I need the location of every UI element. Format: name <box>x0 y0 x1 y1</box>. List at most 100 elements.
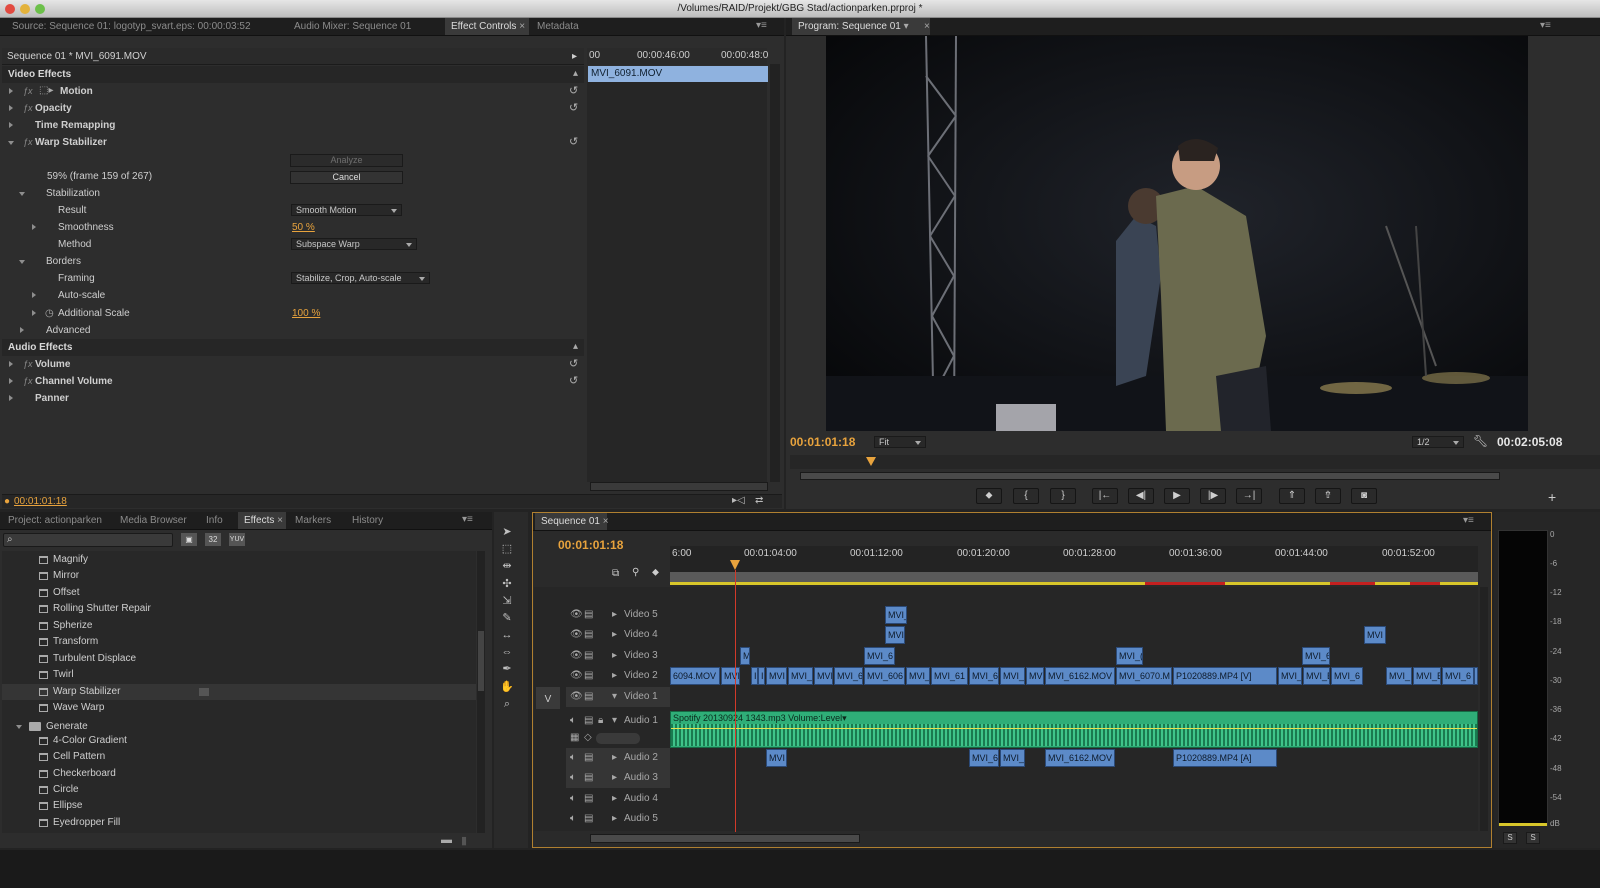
filmstrip-icon[interactable]: ▤ <box>584 666 593 686</box>
filmstrip-icon[interactable]: ▤ <box>584 789 593 809</box>
filmstrip-icon[interactable]: ▤ <box>584 646 593 666</box>
tab-media-browser[interactable]: Media Browser <box>114 512 193 529</box>
fx-toggle-icon[interactable]: ƒx <box>23 100 33 117</box>
reset-icon[interactable]: ↺ <box>569 373 578 390</box>
tab-metadata[interactable]: Metadata <box>531 18 585 35</box>
video-clip[interactable]: MVI <box>766 667 787 685</box>
expand-triangle-icon[interactable]: ▸ <box>612 748 617 768</box>
panel-menu-icon[interactable]: ▾≡ <box>462 514 473 525</box>
expand-triangle-icon[interactable]: ▸ <box>612 666 617 686</box>
list-item[interactable]: Checkerboard <box>39 766 116 782</box>
analyze-button[interactable]: Analyze <box>290 154 403 167</box>
solo-right-button[interactable]: S <box>1526 832 1540 844</box>
list-item[interactable]: Cell Pattern <box>39 749 105 765</box>
video-clip[interactable]: MVI_6 <box>834 667 863 685</box>
panel-menu-icon[interactable]: ▾≡ <box>756 20 767 31</box>
fx-toggle-icon[interactable]: ƒx <box>23 134 33 151</box>
effects-scrollbar[interactable] <box>477 551 485 833</box>
effect-row-warp-stabilizer[interactable]: ƒx Warp Stabilizer ↺ <box>3 134 583 151</box>
tab-project[interactable]: Project: actionparken <box>2 512 108 529</box>
timeline-scrollbar[interactable] <box>1480 587 1488 831</box>
video-clip[interactable]: MVI_61 <box>931 667 968 685</box>
zoom-tool-icon[interactable]: ⌕ <box>500 697 514 711</box>
expand-triangle-icon[interactable] <box>32 310 36 316</box>
program-playhead-icon[interactable] <box>866 457 876 466</box>
volume-level-menu[interactable]: Volume:Level▾ <box>788 713 847 723</box>
expand-triangle-icon[interactable]: ▸ <box>612 789 617 809</box>
keyframe-nav-control[interactable] <box>596 733 640 744</box>
effect-row-time-remapping[interactable]: Time Remapping <box>3 117 583 134</box>
video-clip[interactable]: MVI_( <box>1116 647 1143 665</box>
mark-out-button[interactable]: } <box>1050 488 1076 504</box>
snap-icon[interactable]: ⧉ <box>612 568 619 579</box>
filmstrip-icon[interactable]: ▤ <box>584 687 593 707</box>
program-time-ruler[interactable] <box>790 455 1600 469</box>
rolling-edit-tool-icon[interactable]: ✣ <box>500 577 514 591</box>
effect-row-panner[interactable]: Panner <box>3 390 583 407</box>
new-bin-icon[interactable]: ▬ <box>441 834 452 846</box>
tab-history[interactable]: History <box>346 512 389 529</box>
tab-program[interactable]: Program: Sequence 01 ▾ <box>792 18 930 35</box>
lift-button[interactable]: ⇑ <box>1279 488 1305 504</box>
effect-row-opacity[interactable]: ƒx Opacity ↺ <box>3 100 583 117</box>
ec-scrollbar[interactable] <box>770 64 780 482</box>
audio-clip[interactable]: MVI_ <box>1000 749 1025 767</box>
loop-icon[interactable]: ⇄ <box>755 495 763 506</box>
group-borders[interactable]: Borders <box>3 253 583 270</box>
expand-triangle-icon[interactable]: ▸ <box>612 809 617 829</box>
eye-icon[interactable]: 👁︎ <box>570 687 583 707</box>
effect-row-motion[interactable]: ƒx ⬚▸ Motion ↺ <box>3 83 583 100</box>
audio-clip[interactable]: MVI_6 <box>969 749 999 767</box>
video-clip[interactable]: I <box>1474 667 1478 685</box>
list-item[interactable]: Transform <box>39 634 98 650</box>
video-clip[interactable]: MVI_6 <box>1331 667 1363 685</box>
tab-effect-controls[interactable]: Effect Controls × <box>445 18 529 35</box>
mark-in-button[interactable]: { <box>1013 488 1039 504</box>
linked-selection-icon[interactable]: ⚲ <box>632 567 639 578</box>
video-clip[interactable]: MVI_E <box>1413 667 1441 685</box>
eye-icon[interactable]: 👁︎ <box>570 605 583 625</box>
additional-scale-value[interactable]: 100 % <box>292 305 320 322</box>
expand-triangle-icon[interactable] <box>9 361 13 367</box>
speaker-icon[interactable]: 🔈︎ <box>570 809 576 829</box>
timeline-timecode[interactable]: 00:01:01:18 <box>558 538 623 552</box>
slide-tool-icon[interactable]: ⇔ <box>500 645 514 659</box>
list-item[interactable]: Twirl <box>39 667 74 683</box>
video-clip[interactable]: MVI <box>1364 626 1386 644</box>
dropdown-icon[interactable]: ▾ <box>904 21 909 32</box>
expand-triangle-icon[interactable]: ▸ <box>612 646 617 666</box>
video-clip[interactable]: M <box>740 647 750 665</box>
video-clip[interactable]: MVI_ <box>906 667 930 685</box>
group-stabilization[interactable]: Stabilization <box>3 185 583 202</box>
reset-icon[interactable]: ↺ <box>569 356 578 373</box>
fx-toggle-icon[interactable]: ƒx <box>23 83 33 100</box>
method-dropdown[interactable]: Subspace Warp <box>291 238 417 250</box>
lock-icon[interactable]: 🔒︎ <box>598 711 603 731</box>
video-clip[interactable]: MV <box>1026 667 1044 685</box>
ec-timecode[interactable]: 00:01:01:18 <box>14 496 67 507</box>
audio-clip[interactable]: P1020889.MP4 [A] <box>1173 749 1277 767</box>
list-item[interactable]: Spherize <box>39 618 92 634</box>
filmstrip-icon[interactable]: ▤ <box>584 605 593 625</box>
work-area-bar[interactable] <box>670 572 1478 582</box>
list-item[interactable]: Ellipse <box>39 798 82 814</box>
expand-triangle-icon[interactable] <box>9 105 13 111</box>
fx-toggle-icon[interactable]: ƒx <box>23 373 33 390</box>
tab-audio-mixer[interactable]: Audio Mixer: Sequence 01 <box>288 18 417 35</box>
accelerated-effects-icon[interactable]: ▣ <box>181 533 197 546</box>
video-clip[interactable]: MVI_6162.MOV <box>1045 667 1115 685</box>
video-clip[interactable]: I <box>751 667 758 685</box>
video-clip[interactable]: MVI_ <box>1278 667 1302 685</box>
panel-menu-icon[interactable]: ▾≡ <box>1540 20 1551 31</box>
collapse-triangle-icon[interactable]: ▾ <box>612 711 617 731</box>
add-marker-icon[interactable]: ⬥ <box>652 567 659 578</box>
scroll-thumb[interactable] <box>478 631 484 691</box>
smoothness-value[interactable]: 50 % <box>292 219 315 236</box>
filmstrip-icon[interactable]: ▤ <box>584 768 593 788</box>
eye-icon[interactable]: 👁︎ <box>570 646 583 666</box>
tab-effects[interactable]: Effects × <box>238 512 286 529</box>
slip-tool-icon[interactable]: ↔ <box>500 628 514 642</box>
expand-triangle-icon[interactable] <box>32 224 36 230</box>
extract-button[interactable]: ⇮ <box>1315 488 1341 504</box>
yuv-effects-icon[interactable]: YUV <box>229 533 245 546</box>
